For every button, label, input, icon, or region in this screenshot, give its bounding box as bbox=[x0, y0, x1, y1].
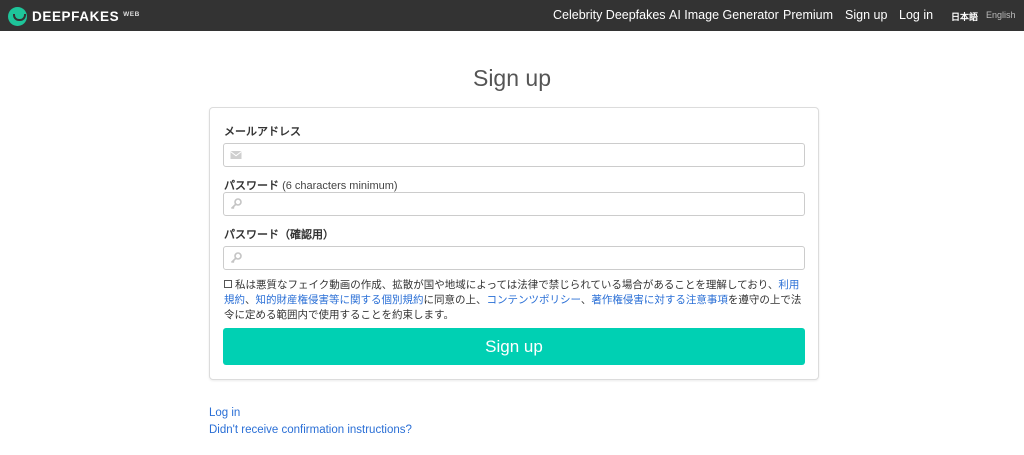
terms-checkbox[interactable] bbox=[224, 280, 232, 288]
email-input[interactable] bbox=[244, 144, 802, 166]
copyright-notice-link[interactable]: 著作権侵害に対する注意事項 bbox=[591, 294, 728, 306]
password-label-text: パスワード bbox=[224, 180, 279, 192]
terms-agreement: 私は悪質なフェイク動画の作成、拡散が国や地域によっては法律で禁じられている場合が… bbox=[224, 278, 808, 323]
nav-sign-up[interactable]: Sign up bbox=[845, 8, 887, 22]
envelope-icon bbox=[230, 151, 242, 159]
brand-sub: WEB bbox=[123, 10, 140, 18]
ip-terms-link[interactable]: 知的財産権侵害等に関する個別規約 bbox=[256, 294, 424, 306]
lang-english[interactable]: English bbox=[986, 10, 1016, 20]
signup-form-card: メールアドレス パスワード (6 characters minimum) パスワ… bbox=[209, 107, 819, 380]
password-confirm-label-text: パスワード（確認用） bbox=[224, 229, 334, 241]
lang-japanese[interactable]: 日本語 bbox=[951, 10, 978, 23]
nav-ai-image-generator[interactable]: AI Image Generator bbox=[669, 8, 779, 22]
key-icon bbox=[230, 198, 242, 210]
terms-text-1: 私は悪質なフェイク動画の作成、拡散が国や地域によっては法律で禁じられている場合が… bbox=[235, 279, 779, 291]
nav-celebrity-deepfakes[interactable]: Celebrity Deepfakes bbox=[553, 8, 666, 22]
password-confirm-input[interactable] bbox=[244, 247, 802, 269]
confirmation-instructions-link[interactable]: Didn't receive confirmation instructions… bbox=[209, 424, 412, 436]
brand-logo-link[interactable]: DEEPFAKES WEB bbox=[8, 6, 140, 26]
nav-log-in[interactable]: Log in bbox=[899, 8, 933, 22]
password-label: パスワード (6 characters minimum) bbox=[224, 177, 398, 193]
log-in-link[interactable]: Log in bbox=[209, 407, 240, 419]
email-label: メールアドレス bbox=[224, 123, 301, 139]
sign-up-submit-button[interactable]: Sign up bbox=[223, 328, 805, 365]
password-field-wrapper bbox=[223, 192, 805, 216]
email-field-wrapper bbox=[223, 143, 805, 167]
page-title: Sign up bbox=[472, 65, 551, 91]
password-confirm-label: パスワード（確認用） bbox=[224, 226, 334, 242]
top-navbar: DEEPFAKES WEB Celebrity Deepfakes AI Ima… bbox=[0, 0, 1024, 31]
terms-text-2: に同意の上、 bbox=[423, 294, 487, 306]
password-input[interactable] bbox=[244, 193, 802, 215]
brand-name: DEEPFAKES bbox=[32, 8, 120, 24]
nav-premium[interactable]: Premium bbox=[783, 8, 833, 22]
terms-separator-2: 、 bbox=[580, 294, 592, 306]
key-icon bbox=[230, 252, 242, 264]
password-confirm-field-wrapper bbox=[223, 246, 805, 270]
smile-logo-icon bbox=[8, 6, 27, 26]
content-policy-link[interactable]: コンテンツポリシー bbox=[487, 294, 581, 306]
email-label-text: メールアドレス bbox=[224, 126, 301, 138]
password-hint: (6 characters minimum) bbox=[282, 180, 398, 192]
terms-separator-1: 、 bbox=[245, 294, 256, 306]
